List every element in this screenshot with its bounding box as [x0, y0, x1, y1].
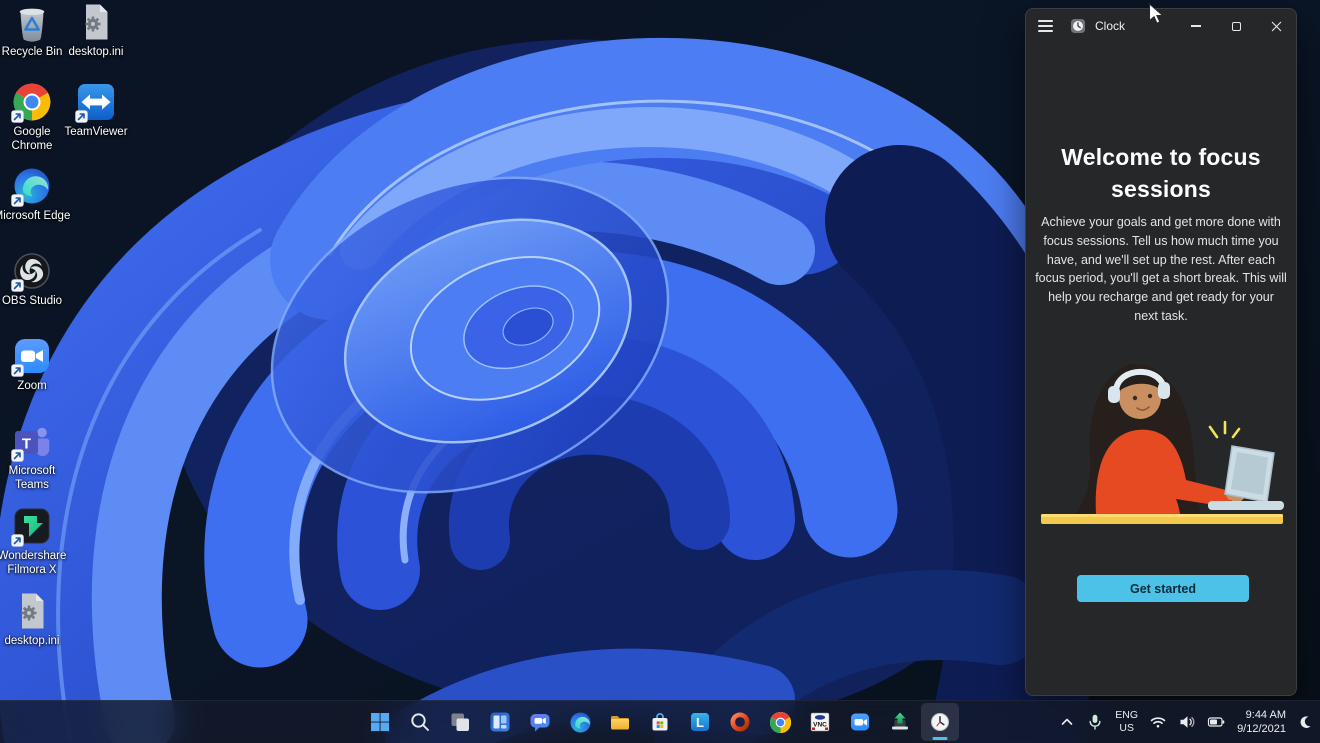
tray-chevron-button[interactable] — [1059, 714, 1075, 730]
minimize-button[interactable] — [1176, 9, 1216, 43]
chrome-icon — [769, 711, 792, 734]
moon-icon — [1297, 714, 1314, 731]
close-icon — [1271, 21, 1282, 32]
taskbar: L — [0, 700, 1320, 743]
shortcut-arrow-icon — [11, 279, 24, 292]
taskbar-task-view[interactable] — [441, 703, 479, 741]
desktop-icon-microsoft-teams[interactable]: T Microsoft Teams — [0, 421, 72, 493]
desktop-icon-teamviewer[interactable]: TeamViewer — [56, 82, 136, 140]
desktop-icon-zoom[interactable]: Zoom — [0, 336, 72, 394]
desktop-icon-label: desktop.ini — [5, 635, 60, 649]
shortcut-arrow-icon — [11, 194, 24, 207]
desktop-icon-label: TeamViewer — [64, 126, 127, 140]
language-line1: ENG — [1115, 709, 1138, 721]
task-view-icon — [448, 710, 472, 734]
wifi-icon — [1149, 713, 1167, 731]
tray-clock[interactable]: 9:44 AM 9/12/2021 — [1237, 708, 1286, 737]
desktop-screen: Recycle Bin desktop.ini Google Chrome — [0, 0, 1320, 743]
focus-sessions-heading: Welcome to focus sessions — [1036, 142, 1286, 205]
desktop-icon-filmora-x[interactable]: Wondershare Filmora X — [0, 506, 72, 578]
desktop-icon-label: Microsoft Teams — [0, 465, 72, 493]
mouse-cursor — [1148, 3, 1168, 25]
tray-volume-button[interactable] — [1178, 713, 1196, 731]
chat-icon — [528, 710, 552, 734]
vnc-icon: VNC — [808, 710, 832, 734]
taskbar-clock-active[interactable] — [921, 703, 959, 741]
focus-sessions-description: Achieve your goals and get more done wit… — [1035, 213, 1287, 326]
taskbar-chat[interactable] — [521, 703, 559, 741]
desktop-icon-label: Zoom — [17, 380, 46, 394]
taskbar-microsoft-store[interactable] — [641, 703, 679, 741]
desktop-icon-obs-studio[interactable]: OBS Studio — [0, 251, 72, 309]
ldplayer-icon: L — [688, 710, 712, 734]
shortcut-arrow-icon — [11, 449, 24, 462]
taskbar-ldplayer[interactable]: L — [681, 703, 719, 741]
tray-focus-assist[interactable] — [1297, 714, 1314, 731]
edge-icon — [569, 711, 592, 734]
desktop-icon-desktop-ini-2[interactable]: desktop.ini — [0, 591, 72, 649]
taskbar-vnc-viewer[interactable]: VNC — [801, 703, 839, 741]
tray-microphone-button[interactable] — [1086, 713, 1104, 731]
recycle-bin-icon — [12, 2, 52, 42]
tray-date: 9/12/2021 — [1237, 723, 1286, 735]
language-line2: US — [1119, 722, 1134, 734]
desktop-icon-label: Microsoft Edge — [0, 210, 70, 224]
maximize-button[interactable] — [1216, 9, 1256, 43]
system-tray: ENG US — [1059, 701, 1314, 743]
tray-wifi-button[interactable] — [1149, 713, 1167, 731]
desktop-icon-desktop-ini-1[interactable]: desktop.ini — [56, 2, 136, 60]
microsoft-store-icon — [648, 710, 672, 734]
clock-app-icon — [1070, 18, 1086, 34]
taskbar-letsview[interactable] — [881, 703, 919, 741]
minimize-icon — [1191, 25, 1201, 26]
shortcut-arrow-icon — [75, 110, 88, 123]
taskbar-widgets[interactable] — [481, 703, 519, 741]
widgets-icon — [488, 710, 512, 734]
taskbar-microsoft-edge[interactable] — [561, 703, 599, 741]
volume-icon — [1178, 713, 1196, 731]
chevron-up-icon — [1059, 714, 1075, 730]
tray-time: 9:44 AM — [1246, 709, 1286, 721]
desktop-icon-label: desktop.ini — [69, 46, 124, 60]
taskbar-start[interactable] — [361, 703, 399, 741]
clock-taskbar-icon — [928, 710, 952, 734]
start-icon — [368, 710, 392, 734]
ini-file-icon — [12, 591, 52, 631]
tray-battery-button[interactable] — [1207, 713, 1226, 731]
battery-icon — [1207, 713, 1226, 731]
focus-illustration — [1036, 336, 1288, 528]
get-started-button[interactable]: Get started — [1077, 575, 1249, 602]
microphone-icon — [1086, 713, 1104, 731]
taskbar-microsoft-office[interactable] — [721, 703, 759, 741]
desktop-icon-label: Wondershare Filmora X — [0, 550, 72, 578]
svg-text:L: L — [696, 715, 704, 730]
window-title: Clock — [1095, 19, 1125, 33]
taskbar-zoom[interactable] — [841, 703, 879, 741]
shortcut-arrow-icon — [11, 534, 24, 547]
desktop-icon-label: OBS Studio — [2, 295, 62, 309]
tray-language-switcher[interactable]: ENG US — [1115, 709, 1138, 734]
maximize-icon — [1232, 22, 1241, 31]
file-explorer-icon — [608, 710, 632, 734]
clock-window: Clock Welcome to focus sessions Achieve … — [1025, 8, 1297, 696]
zoom-icon — [848, 710, 872, 734]
taskbar-file-explorer[interactable] — [601, 703, 639, 741]
letsview-icon — [888, 710, 912, 734]
ini-file-icon — [76, 2, 116, 42]
office-icon — [728, 710, 752, 734]
menu-icon[interactable] — [1026, 9, 1064, 43]
taskbar-search[interactable] — [401, 703, 439, 741]
taskbar-google-chrome[interactable] — [761, 703, 799, 741]
svg-text:VNC: VNC — [813, 722, 827, 729]
desktop-icon-microsoft-edge[interactable]: Microsoft Edge — [0, 166, 72, 224]
desktop-icon-label: Recycle Bin — [2, 46, 63, 60]
search-icon — [408, 710, 432, 734]
shortcut-arrow-icon — [11, 364, 24, 377]
shortcut-arrow-icon — [11, 110, 24, 123]
close-button[interactable] — [1256, 9, 1296, 43]
active-indicator — [933, 737, 948, 740]
